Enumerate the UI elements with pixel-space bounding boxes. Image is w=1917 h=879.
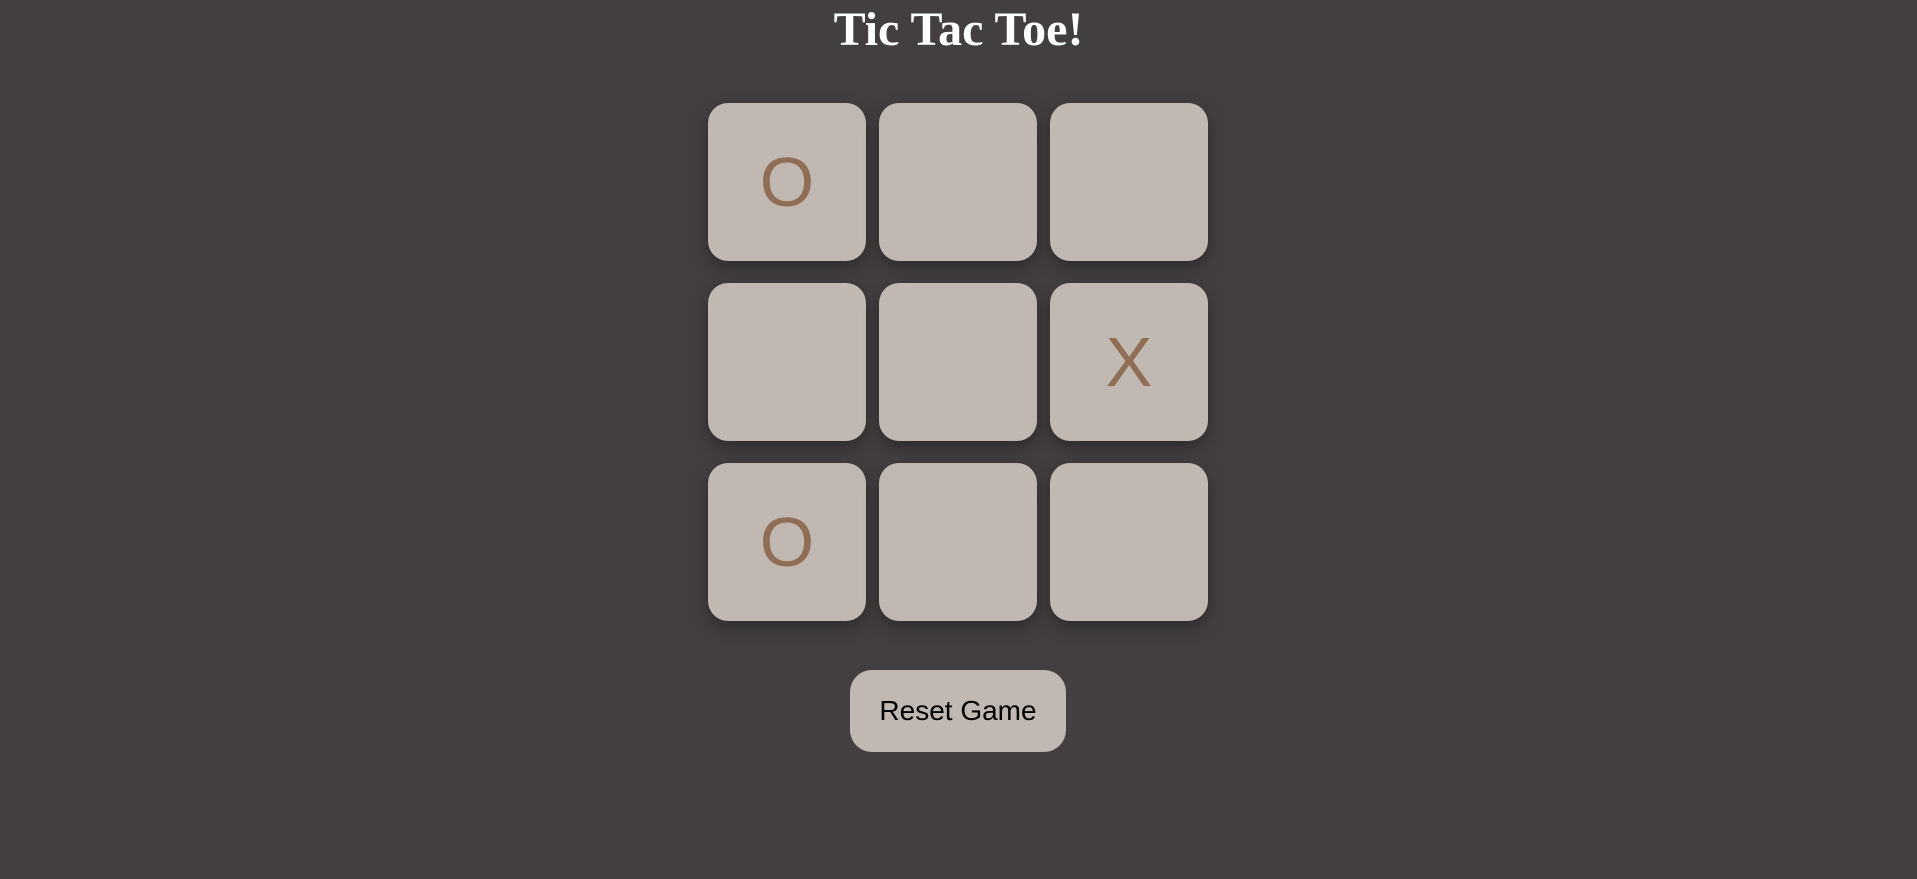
reset-game-button[interactable]: Reset Game	[850, 670, 1066, 752]
game-page: Tic Tac Toe! O X O Reset Game	[0, 0, 1917, 879]
board-cell-8[interactable]	[879, 463, 1037, 621]
board-cell-9[interactable]	[1050, 463, 1208, 621]
board-cell-4[interactable]	[708, 283, 866, 441]
board-cell-5[interactable]	[879, 283, 1037, 441]
board-cell-3[interactable]	[1050, 103, 1208, 261]
page-title: Tic Tac Toe!	[833, 3, 1084, 56]
board-cell-1[interactable]: O	[708, 103, 866, 261]
game-board: O X O	[708, 103, 1208, 621]
board-cell-6[interactable]: X	[1050, 283, 1208, 441]
board-cell-7[interactable]: O	[708, 463, 866, 621]
board-cell-2[interactable]	[879, 103, 1037, 261]
